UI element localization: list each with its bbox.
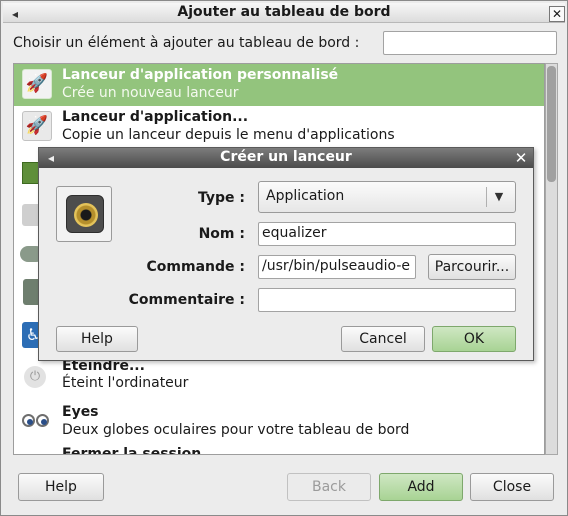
create-launcher-dialog: ◂ Créer un lanceur ✕ Type : Application …	[38, 147, 534, 361]
add-button[interactable]: Add	[379, 473, 463, 501]
window-titlebar[interactable]: ◂ Ajouter au tableau de bord ✕	[3, 3, 565, 23]
list-item-desc: Deux globes oculaires pour votre tableau…	[62, 422, 410, 438]
list-item-title: Fermer la session	[62, 446, 202, 455]
list-item-title: Eyes	[62, 404, 99, 420]
list-item[interactable]: 🚀 Lanceur d'application... Copie un lanc…	[14, 106, 544, 148]
help-button[interactable]: Help	[18, 473, 104, 501]
rocket-icon: 🚀	[22, 111, 52, 141]
scrollbar-thumb[interactable]	[547, 66, 556, 182]
command-label: Commande :	[146, 259, 245, 275]
chevron-down-icon[interactable]: ▼	[491, 189, 507, 205]
list-item[interactable]: 🚀 Lanceur d'application personnalisé Cré…	[14, 64, 544, 106]
browse-button[interactable]: Parcourir...	[428, 254, 516, 280]
dialog-titlebar[interactable]: ◂ Créer un lanceur ✕	[39, 148, 533, 168]
window-title: Ajouter au tableau de bord	[177, 4, 391, 20]
comment-label: Commentaire :	[128, 292, 245, 308]
name-label: Nom :	[198, 226, 245, 242]
eyes-icon	[22, 412, 50, 430]
list-item[interactable]: Fermer la session	[14, 444, 544, 455]
window-close-icon[interactable]: ✕	[549, 6, 565, 22]
dialog-help-button[interactable]: Help	[56, 326, 138, 352]
launcher-icon-button[interactable]	[56, 186, 112, 242]
command-field[interactable]: /usr/bin/pulseaudio-e	[258, 255, 416, 279]
choose-item-label: Choisir un élément à ajouter au tableau …	[13, 35, 360, 51]
list-item[interactable]: ⏻ Éteindre... Éteint l'ordinateur	[14, 358, 544, 400]
rocket-icon: 🚀	[22, 69, 52, 99]
type-select-value: Application	[266, 188, 345, 204]
list-item[interactable]: Eyes Deux globes oculaires pour votre ta…	[14, 402, 544, 444]
back-button[interactable]: Back	[287, 473, 371, 501]
list-item-title: Lanceur d'application...	[62, 109, 249, 125]
combo-separator	[486, 187, 487, 207]
name-field[interactable]: equalizer	[258, 222, 516, 246]
list-item-title: Lanceur d'application personnalisé	[62, 67, 339, 83]
close-icon[interactable]: ✕	[513, 150, 529, 166]
list-item-desc: Éteint l'ordinateur	[62, 375, 189, 391]
type-label: Type :	[197, 190, 245, 206]
dialog-title: Créer un lanceur	[220, 149, 352, 165]
list-item-desc: Crée un nouveau lanceur	[62, 85, 239, 101]
speaker-icon	[66, 195, 104, 233]
type-select[interactable]: Application ▼	[258, 181, 516, 213]
power-icon: ⏻	[24, 366, 46, 388]
search-input[interactable]	[383, 31, 557, 55]
ok-button[interactable]: OK	[432, 326, 516, 352]
list-scrollbar[interactable]	[545, 63, 558, 455]
list-item-desc: Copie un lanceur depuis le menu d'applic…	[62, 127, 395, 143]
comment-field[interactable]	[258, 288, 516, 312]
close-button[interactable]: Close	[470, 473, 554, 501]
cancel-button[interactable]: Cancel	[341, 326, 425, 352]
